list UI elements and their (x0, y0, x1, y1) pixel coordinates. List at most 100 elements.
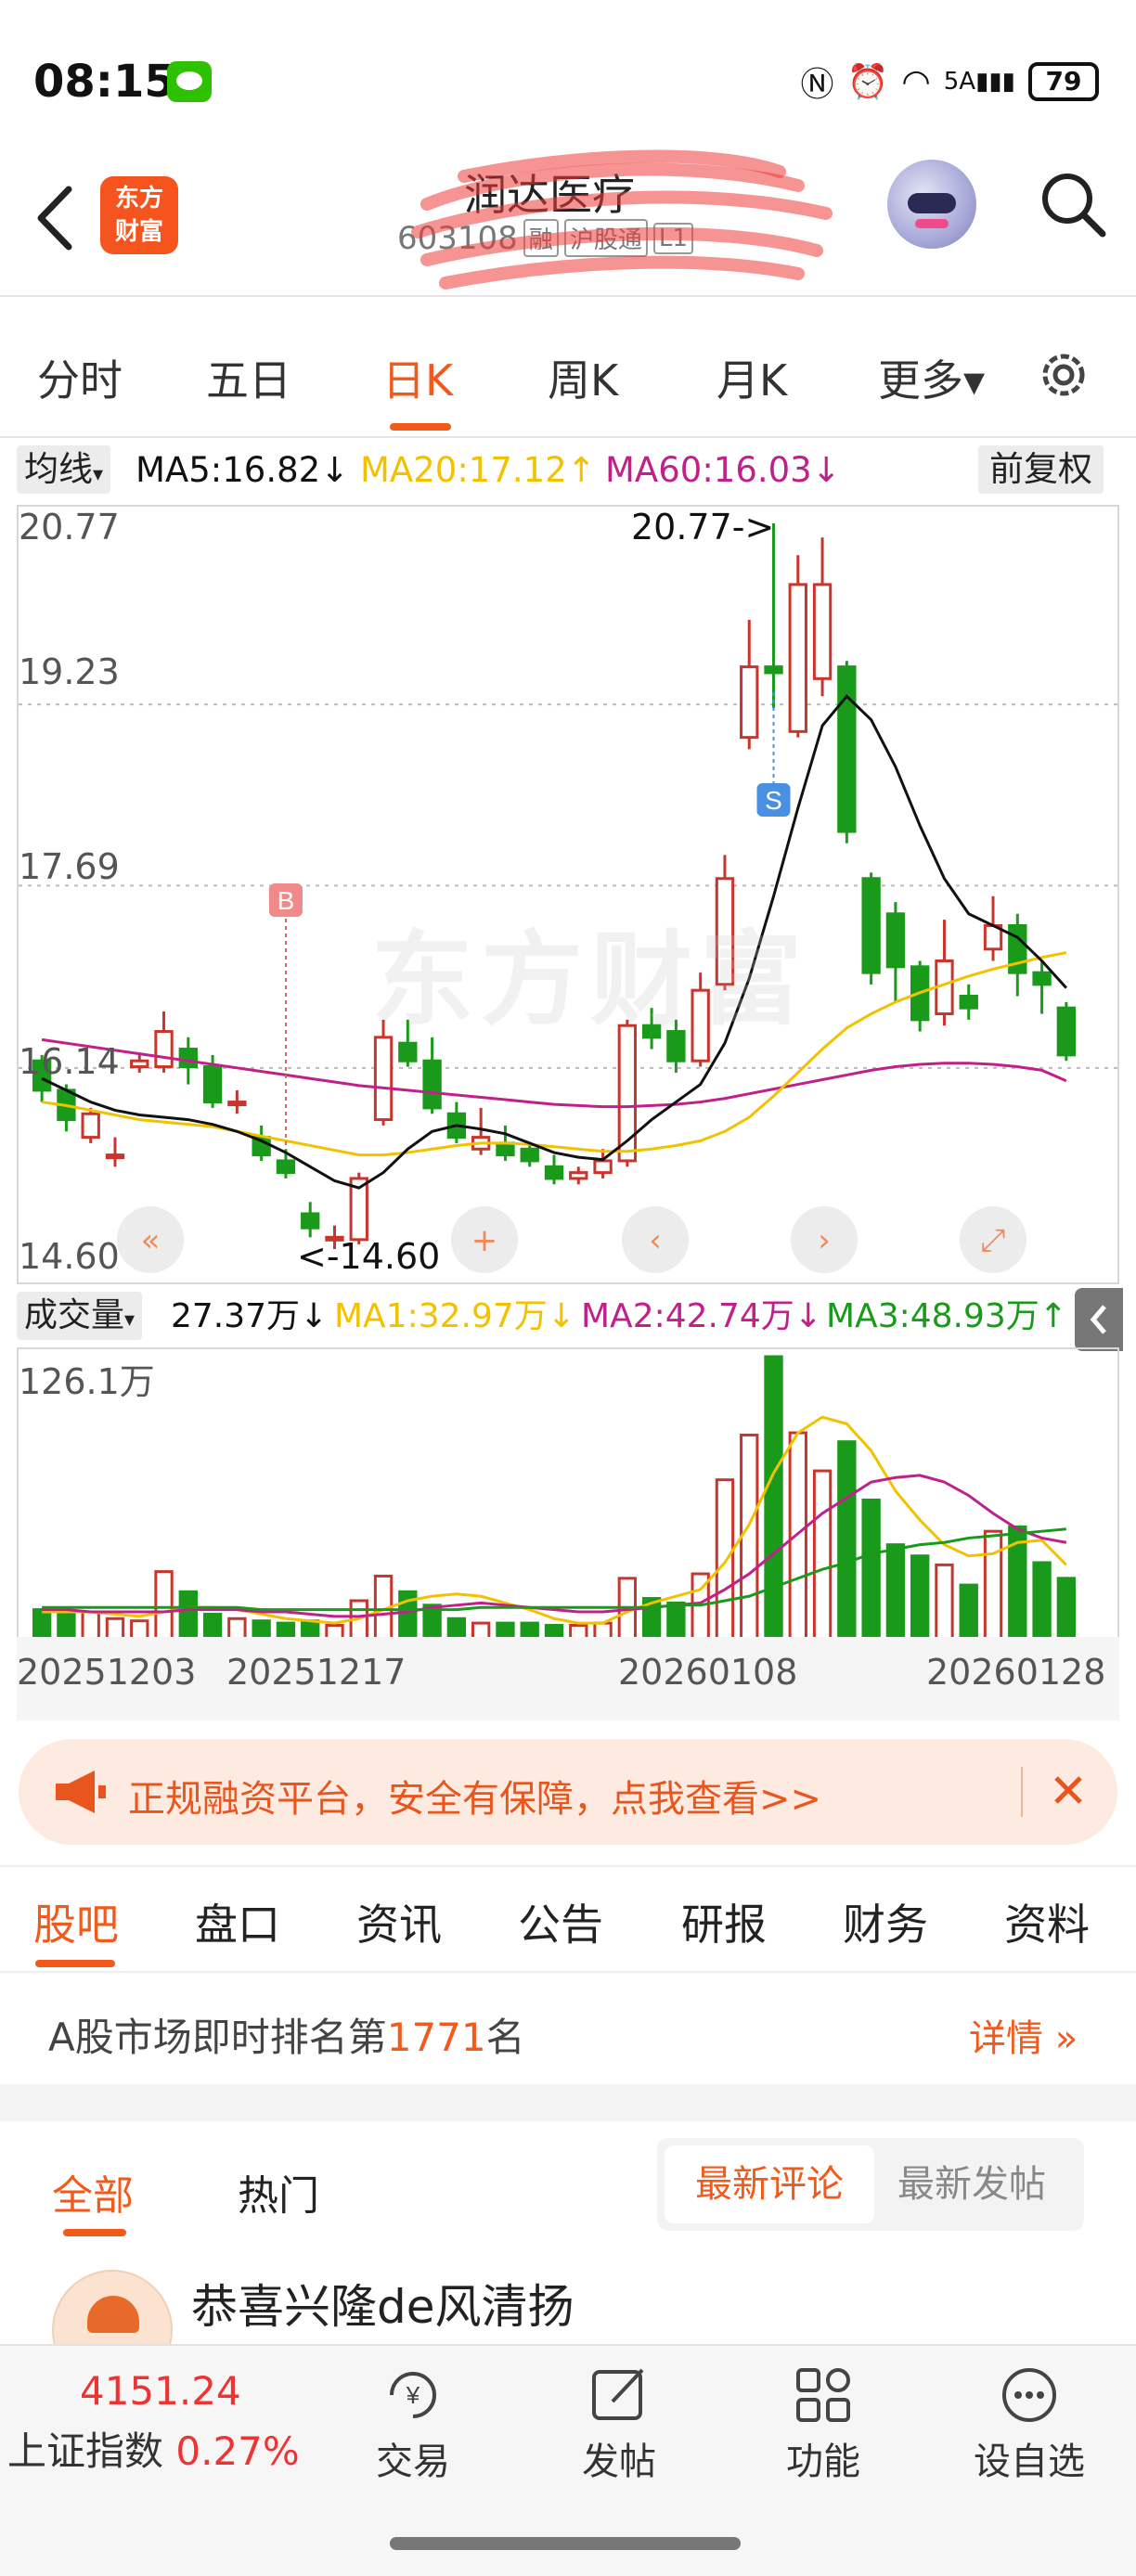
candle (959, 995, 978, 1010)
candle (276, 1159, 296, 1175)
tab-research[interactable]: 研报 (681, 1891, 767, 1952)
buy-badge-label: B (278, 886, 295, 915)
feed-tab-hot[interactable]: 热门 (238, 2162, 319, 2222)
info-tab-indicator (35, 1960, 115, 1967)
volume-bar (81, 1610, 100, 1641)
volume-bar (861, 1498, 881, 1641)
stock-name: 润达医疗 (464, 170, 635, 220)
candle (764, 665, 783, 675)
high-marker: 20.77-> (631, 507, 775, 547)
kline-chart[interactable]: 东方财富 B S « + ‹ › ⤢ 20.77 19.23 17.69 16.14 14.… (17, 505, 1119, 1284)
candle (178, 1048, 198, 1069)
tab-pankou[interactable]: 盘口 (195, 1891, 280, 1952)
nav-trade[interactable]: ¥ 交易 (343, 2363, 483, 2485)
margin-tag: 融 (523, 219, 559, 257)
y-label-max: 20.77 (19, 507, 120, 547)
tab-guba[interactable]: 股吧 (33, 1891, 119, 1952)
edit-icon (592, 2368, 644, 2420)
volume-current: 27.37万↓ (171, 1297, 329, 1335)
candle (130, 1059, 149, 1069)
y-label-min: 14.60 (19, 1236, 120, 1277)
volume-legend: 成交量▾ 27.37万↓ MA1:32.97万↓ MA2:42.74万↓ MA3… (0, 1288, 1136, 1351)
next-button-glyph: › (818, 1222, 831, 1259)
nav-functions[interactable]: 功能 (754, 2363, 893, 2485)
sort-latest-post[interactable]: 最新发帖 (867, 2145, 1077, 2223)
volume-bar (32, 1608, 52, 1641)
battery-icon: 79 (1028, 62, 1099, 101)
back-icon[interactable] (28, 176, 84, 260)
watermark: 东方财富 (371, 921, 809, 1039)
y-label-4: 16.14 (19, 1041, 120, 1082)
ma-legend: 均线▾ MA5:16.82↓ MA20:17.12↑ MA60:16.03↓ 前… (0, 442, 1136, 496)
nav-add-watchlist[interactable]: 设自选 (960, 2363, 1099, 2485)
volume-chart[interactable]: 126.1万 (17, 1347, 1119, 1641)
y-label-2: 19.23 (19, 651, 120, 692)
assistant-avatar[interactable] (887, 160, 976, 249)
y-label-3: 17.69 (19, 846, 120, 887)
tab-announcements[interactable]: 公告 (518, 1891, 603, 1952)
alarm-icon: ⏰ (846, 63, 889, 101)
app-logo[interactable]: 东方 财富 (100, 176, 178, 254)
zoom-back-button-glyph: « (141, 1222, 161, 1259)
search-icon[interactable] (1036, 167, 1110, 241)
candle (202, 1065, 223, 1104)
post-item[interactable]: 恭喜兴隆de风清扬 (0, 2270, 1136, 2390)
tab-daily-k[interactable]: 日K (382, 347, 453, 408)
info-tabs: 股吧 盘口 资讯 公告 研报 财务 资料 (0, 1865, 1136, 1973)
gear-icon[interactable] (1034, 345, 1093, 405)
tab-finance[interactable]: 财务 (843, 1891, 928, 1952)
expand-button-glyph: ⤢ (980, 1222, 1005, 1259)
volume-bar (666, 1601, 686, 1641)
date-label-2: 20251217 (226, 1652, 407, 1693)
tab-news[interactable]: 资讯 (356, 1891, 442, 1952)
tab-five-day[interactable]: 五日 (206, 347, 291, 408)
close-icon[interactable] (1045, 1767, 1091, 1813)
candle (812, 583, 833, 680)
market-rank-row[interactable]: A股市场即时排名第1771名 详情 » (0, 1975, 1136, 2082)
wechat-icon (167, 61, 212, 102)
volume-bar (983, 1529, 1003, 1641)
volume-bar (105, 1616, 125, 1641)
status-bar: 08:15 Ⓝ ⏰ ◠ 5A▮▮▮ 79 (0, 0, 1136, 163)
volume-bar (202, 1612, 223, 1641)
feed-tab-all[interactable]: 全部 (52, 2162, 134, 2222)
ma-selector[interactable]: 均线▾ (17, 445, 111, 494)
feed-tabs: 全部 热门 最新评论 最新发帖 (0, 2125, 1136, 2255)
signal-icon: 5A▮▮▮ (943, 68, 1015, 96)
volume-bar (764, 1355, 783, 1641)
status-icons: Ⓝ ⏰ ◠ 5A▮▮▮ 79 (800, 58, 1099, 106)
date-label-1: 20251203 (17, 1652, 197, 1693)
volume-max-label: 126.1万 (19, 1361, 155, 1402)
tab-intraday[interactable]: 分时 (37, 347, 123, 408)
volume-selector[interactable]: 成交量▾ (17, 1292, 143, 1340)
nav-post[interactable]: 发帖 (549, 2363, 689, 2485)
volume-bar (740, 1433, 759, 1641)
candle (837, 665, 857, 833)
volume-bar (885, 1543, 906, 1641)
sell-badge-label: S (765, 786, 782, 815)
tab-monthly-k[interactable]: 月K (716, 347, 787, 408)
tab-profile[interactable]: 资料 (1004, 1891, 1090, 1952)
ma20-value: MA20:17.12↑ (360, 450, 596, 490)
stock-header: 东方 财富 润达医疗 603108 融 沪股通 L1 (0, 148, 1136, 290)
volume-bar (812, 1469, 833, 1641)
trade-icon: ¥ (390, 2372, 436, 2418)
svg-text:¥: ¥ (406, 2381, 420, 2409)
candle (544, 1165, 564, 1180)
tab-weekly-k[interactable]: 周K (548, 347, 618, 408)
more-icon (1002, 2368, 1056, 2422)
post-username[interactable]: 恭喜兴隆de风清扬 (191, 2270, 574, 2337)
sort-latest-comment[interactable]: 最新评论 (665, 2145, 874, 2223)
nfc-icon: Ⓝ (800, 66, 834, 104)
volume-bar (227, 1616, 247, 1641)
market-rank: A股市场即时排名第1771名 (48, 2015, 525, 2060)
candle (373, 1036, 394, 1122)
ad-banner[interactable]: 正规融资平台，安全有保障，点我查看>> (19, 1739, 1117, 1845)
tab-more[interactable]: 更多▾ (878, 347, 985, 408)
volume-bar (1032, 1561, 1052, 1641)
collapse-button[interactable] (1075, 1288, 1123, 1351)
adjust-button[interactable]: 前复权 (978, 445, 1104, 494)
connect-tag: 沪股通 (563, 219, 648, 257)
rank-detail-link[interactable]: 详情 » (969, 2008, 1078, 2062)
section-separator (0, 2084, 1136, 2121)
